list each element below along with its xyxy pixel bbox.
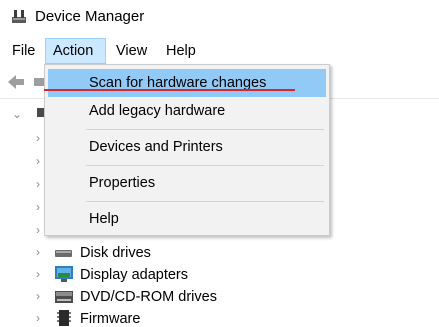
tree-node-dvd-cd-rom-drives[interactable]: › DVD/CD-ROM drives	[0, 286, 439, 308]
tree-node-label: Firmware	[80, 311, 141, 327]
tree-node-label: Disk drives	[80, 245, 151, 261]
menu-separator	[86, 165, 324, 166]
menu-item-add-legacy-hardware[interactable]: Add legacy hardware	[48, 97, 326, 125]
tree-node-display-adapters[interactable]: › Display adapters	[0, 264, 439, 286]
menu-view[interactable]: View	[109, 38, 154, 64]
chevron-right-icon[interactable]: ›	[36, 245, 46, 259]
menu-item-help[interactable]: Help	[48, 205, 326, 233]
window-title: Device Manager	[35, 8, 145, 25]
tree-node-label: Display adapters	[80, 267, 188, 283]
disk-drive-icon	[55, 250, 72, 257]
tree-node-disk-drives[interactable]: › Disk drives	[0, 242, 439, 264]
menu-separator	[86, 129, 324, 130]
menu-file[interactable]: File	[5, 38, 42, 64]
menu-bar: File Action View Help	[0, 38, 439, 66]
tree-node-firmware[interactable]: › Firmware	[0, 308, 439, 327]
firmware-chip-icon	[57, 310, 71, 326]
tree-node-label: DVD/CD-ROM drives	[80, 289, 217, 305]
chevron-down-icon[interactable]: ⌄	[12, 107, 22, 121]
menu-item-devices-and-printers[interactable]: Devices and Printers	[48, 133, 326, 161]
menu-help[interactable]: Help	[159, 38, 203, 64]
back-arrow-icon[interactable]	[5, 72, 27, 92]
device-manager-icon	[12, 10, 26, 23]
menu-action[interactable]: Action	[45, 38, 106, 64]
chevron-right-icon[interactable]: ›	[36, 311, 46, 325]
title-bar: Device Manager	[0, 0, 439, 36]
menu-item-properties[interactable]: Properties	[48, 169, 326, 197]
chevron-right-icon[interactable]: ›	[36, 289, 46, 303]
menu-separator	[86, 201, 324, 202]
chevron-right-icon[interactable]: ›	[36, 267, 46, 281]
red-annotation-underline	[44, 89, 295, 91]
menu-item-scan-for-hardware-changes[interactable]: Scan for hardware changes	[48, 69, 326, 97]
device-manager-window: Device Manager File Action View Help ⌄ ›…	[0, 0, 439, 327]
display-adapter-icon	[55, 266, 73, 282]
dvd-drive-icon	[55, 291, 73, 303]
